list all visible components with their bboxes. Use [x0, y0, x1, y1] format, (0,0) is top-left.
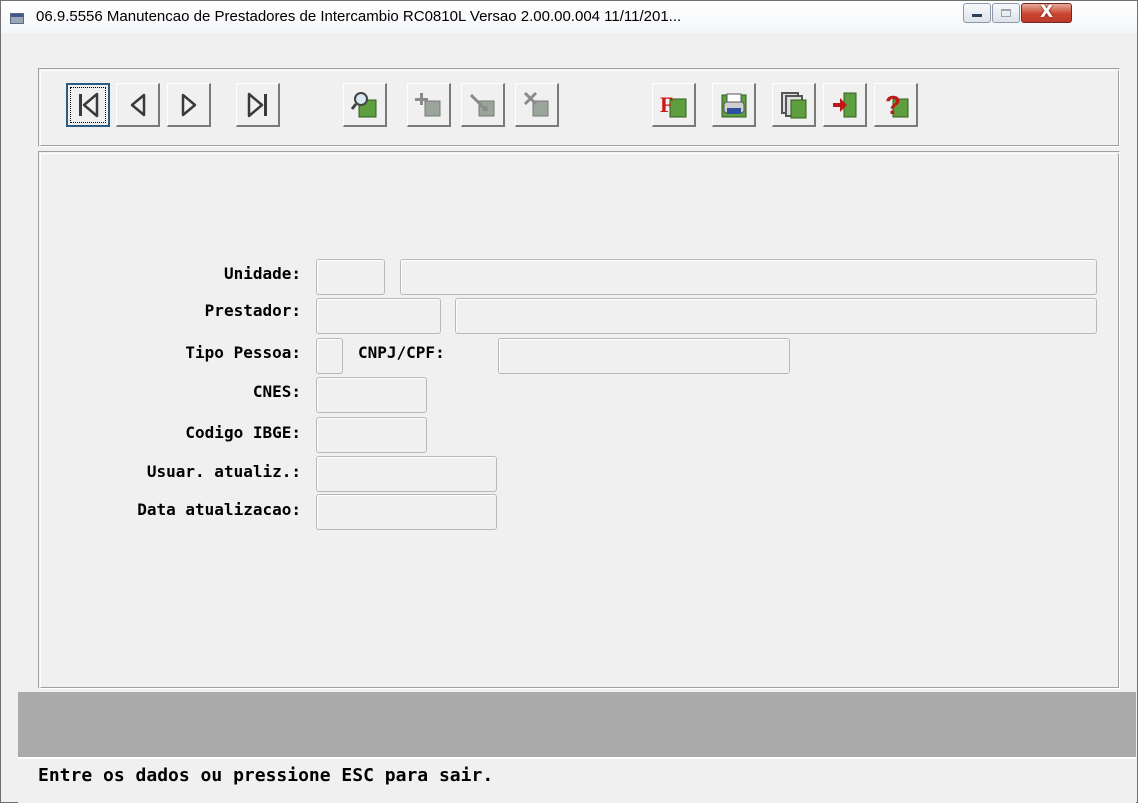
previous-record-button[interactable] [116, 83, 160, 127]
unidade-label: Unidade: [223, 264, 301, 283]
usuar-atualiz-label: Usuar. atualiz.: [146, 462, 301, 481]
exit-icon [832, 92, 856, 117]
edit-button[interactable] [461, 83, 505, 127]
search-icon [350, 91, 376, 117]
usuar-atualiz-field[interactable] [316, 456, 497, 492]
first-record-icon [79, 92, 99, 118]
delete-button[interactable] [515, 83, 559, 127]
copy-button[interactable] [772, 83, 816, 127]
close-button[interactable]: X [1021, 2, 1072, 23]
application-window: 06.9.5556 Manutencao de Prestadores de I… [0, 0, 1138, 803]
filter-icon: F [660, 92, 686, 117]
codigo-ibge-field[interactable] [316, 417, 427, 453]
last-record-icon [247, 92, 267, 117]
cnpj-cpf-label: CNPJ/CPF: [358, 343, 445, 362]
copy-icon [780, 91, 806, 118]
add-icon [414, 92, 440, 116]
edit-icon [469, 93, 494, 116]
add-button[interactable] [407, 83, 451, 127]
maximize-button[interactable] [992, 3, 1020, 23]
svg-text:F: F [660, 92, 673, 117]
exit-button[interactable] [823, 83, 867, 127]
help-icon: ? [885, 90, 908, 120]
svg-text:?: ? [885, 90, 901, 120]
cnes-label: CNES: [252, 382, 301, 401]
previous-record-icon [130, 93, 145, 116]
print-button[interactable] [712, 83, 756, 127]
first-record-button[interactable] [66, 83, 110, 127]
cnes-field[interactable] [316, 377, 427, 413]
data-atualizacao-field[interactable] [316, 494, 497, 530]
app-icon[interactable] [10, 13, 24, 24]
next-record-icon [181, 93, 196, 116]
last-record-button[interactable] [236, 83, 280, 127]
codigo-ibge-label: Codigo IBGE: [185, 423, 301, 442]
prestador-code-field[interactable] [316, 298, 441, 334]
message-area [18, 692, 1136, 757]
unidade-code-field[interactable] [316, 259, 385, 295]
title-bar[interactable]: 06.9.5556 Manutencao de Prestadores de I… [1, 1, 1137, 33]
help-button[interactable]: ? [874, 83, 918, 127]
minimize-button[interactable] [963, 3, 991, 23]
next-record-button[interactable] [167, 83, 211, 127]
close-icon: X [1039, 2, 1054, 22]
filter-button[interactable]: F [652, 83, 696, 127]
prestador-label: Prestador: [204, 301, 301, 320]
delete-icon [523, 91, 548, 116]
print-icon [721, 93, 746, 117]
tipo-pessoa-label: Tipo Pessoa: [185, 343, 301, 362]
data-atualizacao-label: Data atualizacao: [137, 500, 301, 519]
search-button[interactable] [343, 83, 387, 127]
status-message: Entre os dados ou pressione ESC para sai… [38, 765, 494, 786]
tipo-pessoa-field[interactable] [316, 338, 343, 374]
form-panel [38, 151, 1120, 689]
unidade-name-field[interactable] [400, 259, 1097, 295]
cnpj-cpf-field[interactable] [498, 338, 790, 374]
prestador-name-field[interactable] [455, 298, 1097, 334]
window-title: 06.9.5556 Manutencao de Prestadores de I… [36, 8, 682, 25]
